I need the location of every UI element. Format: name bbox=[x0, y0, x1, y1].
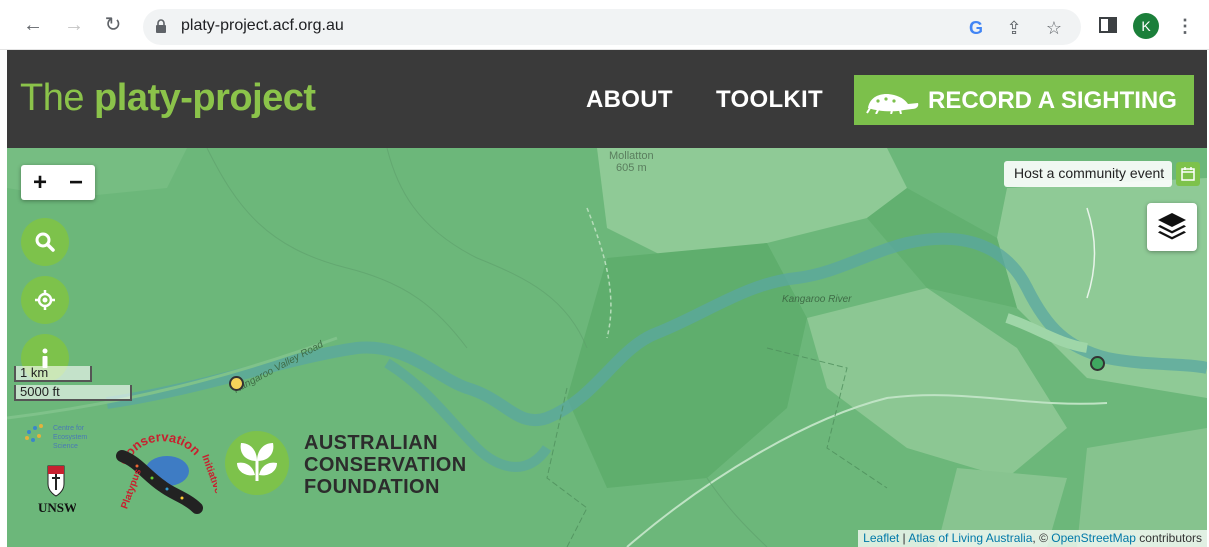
forward-arrow-icon[interactable]: → bbox=[62, 13, 86, 37]
more-menu-icon[interactable]: ⋮ bbox=[1176, 13, 1194, 39]
scale-bar-ft: 5000 ft bbox=[14, 385, 132, 401]
acf-logo-text: AUSTRALIAN CONSERVATION FOUNDATION bbox=[304, 432, 467, 498]
locate-icon bbox=[35, 290, 55, 310]
attribution-contributors: contributors bbox=[1135, 531, 1202, 545]
locate-button[interactable] bbox=[21, 276, 69, 324]
google-icon[interactable]: G bbox=[965, 17, 987, 39]
zoom-in-button[interactable]: + bbox=[22, 165, 58, 200]
calendar-icon[interactable] bbox=[1176, 162, 1200, 186]
leaflet-link[interactable]: Leaflet bbox=[863, 531, 899, 545]
brand-name: platy-project bbox=[94, 77, 316, 119]
profile-avatar[interactable]: K bbox=[1133, 13, 1159, 39]
svg-text:Science: Science bbox=[53, 443, 78, 450]
acf-line2: CONSERVATION bbox=[304, 454, 467, 476]
nav-about[interactable]: ABOUT bbox=[586, 86, 673, 114]
browser-toolbar: ← → ↻ platy-project.acf.org.au G ⇪ ☆ K ⋮ bbox=[0, 0, 1209, 50]
svg-text:Centre for: Centre for bbox=[53, 425, 85, 432]
svg-text:Initiative: Initiative bbox=[199, 453, 217, 495]
share-icon[interactable]: ⇪ bbox=[1003, 17, 1025, 39]
unsw-logo: UNSW bbox=[38, 465, 76, 515]
site-logo[interactable]: The platy-project bbox=[20, 77, 316, 120]
record-sighting-label: RECORD A SIGHTING bbox=[928, 87, 1177, 114]
svg-text:Platypus: Platypus bbox=[119, 467, 144, 510]
url-text: platy-project.acf.org.au bbox=[181, 17, 344, 34]
platypus-icon bbox=[866, 94, 919, 114]
search-button[interactable] bbox=[21, 218, 69, 266]
unsw-text: UNSW bbox=[38, 500, 76, 515]
river-label: Kangaroo River bbox=[782, 294, 852, 305]
zoom-control: + − bbox=[21, 165, 95, 200]
osm-link[interactable]: OpenStreetMap bbox=[1051, 531, 1136, 545]
attribution-separator: , © bbox=[1032, 531, 1052, 545]
layers-button[interactable] bbox=[1147, 203, 1197, 251]
peak-label: Mollatton 605 m bbox=[609, 150, 654, 174]
attribution-separator: | bbox=[899, 531, 909, 545]
side-panel-icon[interactable] bbox=[1097, 14, 1119, 36]
peak-elevation: 605 m bbox=[616, 162, 647, 174]
back-arrow-icon[interactable]: ← bbox=[21, 13, 45, 37]
layers-icon bbox=[1158, 213, 1186, 240]
scale-bar-km: 1 km bbox=[14, 366, 92, 382]
nav-toolkit[interactable]: TOOLKIT bbox=[716, 86, 823, 114]
brand-prefix: The bbox=[20, 77, 95, 119]
record-sighting-button[interactable]: RECORD A SIGHTING bbox=[854, 75, 1194, 125]
sighting-marker[interactable] bbox=[229, 376, 244, 391]
acf-line1: AUSTRALIAN bbox=[304, 432, 438, 454]
search-icon bbox=[35, 232, 55, 252]
map-attribution: Leaflet | Atlas of Living Australia, © O… bbox=[858, 530, 1207, 547]
lock-icon bbox=[156, 19, 166, 33]
acf-line3: FOUNDATION bbox=[304, 476, 440, 498]
address-bar[interactable]: platy-project.acf.org.au G ⇪ ☆ bbox=[143, 9, 1081, 45]
sightings-map[interactable]: Mollatton 605 m Kangaroo River Kangaroo … bbox=[7, 148, 1207, 547]
zoom-out-button[interactable]: − bbox=[58, 165, 94, 200]
peak-name: Mollatton bbox=[609, 150, 654, 162]
svg-text:Ecosystem: Ecosystem bbox=[53, 434, 87, 441]
platypus-conservation-initiative-logo: Conservation Platypus Initiative bbox=[116, 429, 217, 514]
acf-logo-mark bbox=[225, 431, 289, 495]
site-header: The platy-project ABOUT TOOLKIT RECORD A… bbox=[7, 50, 1207, 148]
sighting-marker[interactable] bbox=[1090, 356, 1105, 371]
reload-icon[interactable]: ↻ bbox=[101, 13, 125, 37]
host-community-event-button[interactable]: Host a community event bbox=[1004, 161, 1173, 187]
centre-ecosystem-science-logo: Centre for Ecosystem Science bbox=[25, 424, 87, 450]
bookmark-star-icon[interactable]: ☆ bbox=[1043, 17, 1065, 39]
ala-link[interactable]: Atlas of Living Australia bbox=[908, 531, 1032, 545]
